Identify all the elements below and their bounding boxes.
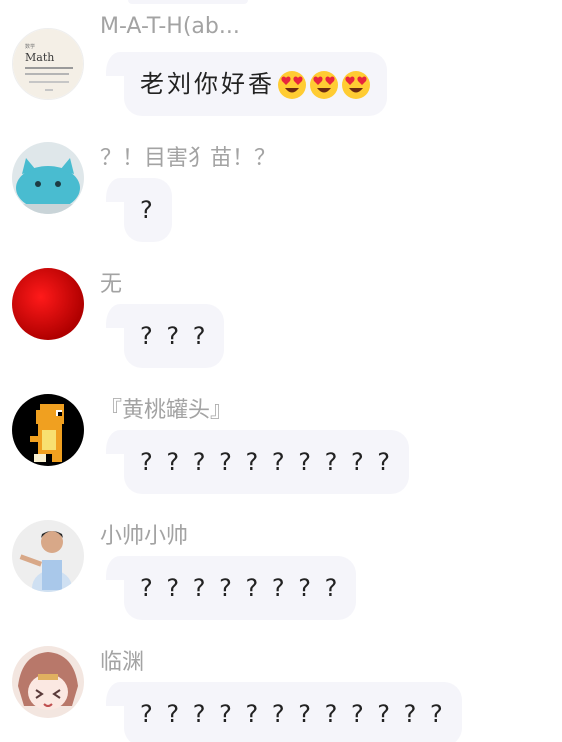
message-bubble[interactable]: ? ? ? ? ? ? ? ? ? ? ? ? <box>106 682 462 742</box>
message-bubble[interactable]: ? ? ? ? ? ? ? ? <box>105 556 357 620</box>
sender-name: M-A-T-H(ab... <box>100 14 240 39</box>
sender-name: 『黄桃罐头』 <box>100 398 233 423</box>
sender-name: ？！目害犭苗！？ <box>100 146 277 171</box>
message-text: 老刘你好香 <box>140 70 275 98</box>
heart-eyes-emoji-icon <box>277 70 307 100</box>
man-photo-icon[interactable] <box>12 520 84 592</box>
sender-name: 小帅小帅 <box>100 524 189 549</box>
sender-name: 临渊 <box>100 650 145 675</box>
sender-name: 无 <box>100 272 123 297</box>
heart-eyes-emoji-icon <box>341 70 371 100</box>
pixel-charmander-icon[interactable] <box>12 394 84 466</box>
message-bubble[interactable]: ? ? ? <box>105 304 225 368</box>
math-card-icon[interactable]: 数学 Math <box>12 28 84 100</box>
svg-text:数学: 数学 <box>25 43 35 50</box>
svg-text:Math: Math <box>25 51 54 64</box>
anime-girl-icon[interactable] <box>12 646 84 718</box>
message-bubble[interactable]: ? <box>106 178 172 242</box>
message-bubble[interactable]: 老刘你好香 <box>106 52 387 116</box>
previous-bubble-edge <box>128 0 248 4</box>
message-bubble[interactable]: ? ? ? ? ? ? ? ? ? ? <box>105 430 410 494</box>
chat-message-list[interactable]: 数学 Math M-A-T-H(ab... 老刘你好香 ？！目害犭苗！？ ? 无… <box>0 0 562 742</box>
red-ball-icon[interactable] <box>12 268 84 340</box>
blue-cat-icon[interactable] <box>12 142 84 214</box>
heart-eyes-emoji-icon <box>309 70 339 100</box>
